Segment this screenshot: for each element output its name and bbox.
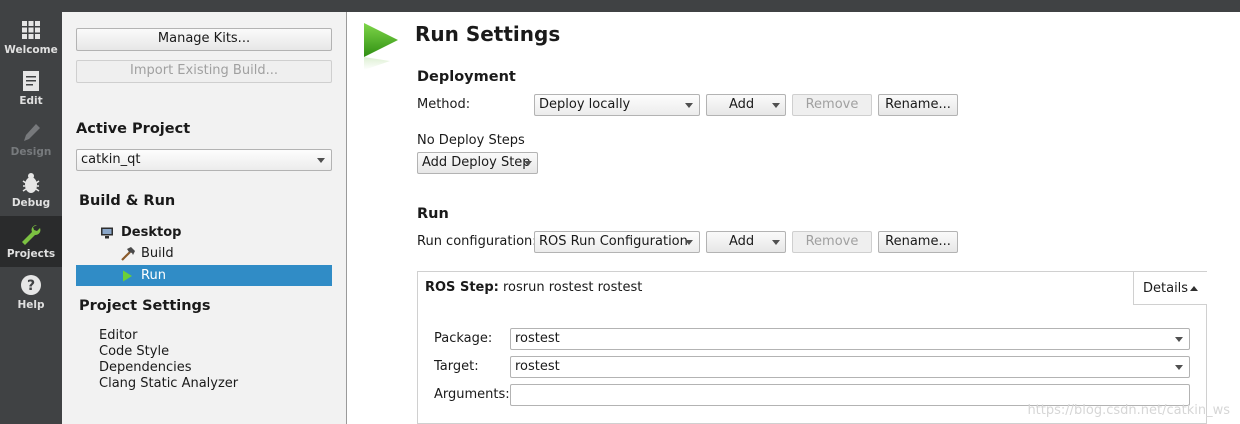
deploy-method-select[interactable]: Deploy locally [534,94,700,116]
add-deploy-step-button[interactable]: Add Deploy Step [417,152,538,174]
run-rename-button[interactable]: Rename... [878,231,958,253]
mode-label: Design [10,146,52,158]
deploy-rename-button[interactable]: Rename... [878,94,958,116]
watermark: https://blog.csdn.net/catkin_ws [1027,403,1230,418]
settings-item-clang-analyzer[interactable]: Clang Static Analyzer [99,376,238,391]
mode-design[interactable]: Design [0,114,62,165]
deploy-add-label: Add [729,97,755,112]
mode-label: Edit [19,95,43,107]
ros-step-summary: ROS Step: rosrun rostest rostest [425,280,642,295]
settings-item-editor[interactable]: Editor [99,328,137,343]
page-title: Run Settings [415,22,561,46]
tree-run-label: Run [141,268,166,283]
grid-icon [22,21,40,39]
target-label: Target: [434,359,479,374]
chevron-down-icon [772,240,780,245]
chevron-down-icon [685,103,693,108]
tree-build-label: Build [141,246,174,261]
run-config-label: Run configuration: [417,234,537,249]
build-run-heading: Build & Run [79,193,176,209]
run-heading: Run [417,206,449,222]
hammer-icon [121,247,135,261]
run-settings-panel: Run Settings Deployment Method: Deploy l… [348,12,1240,424]
mode-label: Welcome [4,44,58,56]
target-value: rostest [515,359,560,374]
ros-step-panel: ROS Step: rosrun rostest rostest Details… [417,271,1207,424]
chevron-down-icon [772,103,780,108]
ros-step-label: ROS Step: [425,280,499,295]
active-project-value: catkin_qt [81,152,141,167]
mode-projects[interactable]: Projects [0,216,62,267]
svg-text:?: ? [27,278,35,294]
tree-kit-desktop[interactable]: Desktop [76,222,332,243]
chevron-down-icon [524,161,532,166]
chevron-down-icon [1175,337,1183,342]
no-deploy-steps-text: No Deploy Steps [417,133,525,148]
settings-item-code-style[interactable]: Code Style [99,344,169,359]
run-icon [123,270,132,282]
mode-label: Projects [6,248,56,260]
mode-welcome[interactable]: Welcome [0,12,62,63]
package-label: Package: [434,331,493,346]
projects-pane: Manage Kits... Import Existing Build... … [62,12,347,424]
package-value: rostest [515,331,560,346]
chevron-down-icon [685,240,693,245]
wrench-icon [22,224,41,245]
monitor-icon [101,227,113,239]
active-project-heading: Active Project [76,121,191,137]
mode-bar: Welcome Edit Design Debug Projects ? Hel… [0,12,62,424]
deploy-remove-button[interactable]: Remove [792,94,872,116]
method-label: Method: [417,97,471,112]
ros-step-command: rosrun rostest rostest [503,280,643,295]
project-settings-heading: Project Settings [79,298,211,314]
deploy-add-button[interactable]: Add [706,94,786,116]
document-icon [23,71,39,91]
title-strip [0,0,1240,12]
tree-run[interactable]: Run [76,265,332,286]
mode-label: Help [17,299,45,311]
help-icon: ? [21,275,41,295]
deployment-heading: Deployment [417,69,516,85]
details-label: Details [1143,281,1189,296]
mode-debug[interactable]: Debug [0,165,62,216]
package-select[interactable]: rostest [510,328,1190,350]
mode-help[interactable]: ? Help [0,267,62,318]
import-existing-build-button[interactable]: Import Existing Build... [76,60,332,83]
pencil-icon [24,124,40,141]
add-deploy-step-label: Add Deploy Step [422,155,531,170]
mode-label: Debug [11,197,51,209]
target-select[interactable]: rostest [510,356,1190,378]
details-toggle-button[interactable]: Details [1133,272,1207,305]
run-add-button[interactable]: Add [706,231,786,253]
run-config-select[interactable]: ROS Run Configuration [534,231,700,253]
run-remove-button[interactable]: Remove [792,231,872,253]
arguments-label: Arguments: [434,387,510,402]
bug-icon [22,173,40,193]
chevron-down-icon [317,158,325,163]
chevron-up-icon [1190,286,1198,291]
chevron-down-icon [1175,365,1183,370]
tree-build[interactable]: Build [76,243,332,264]
run-add-label: Add [729,234,755,249]
run-config-value: ROS Run Configuration [539,234,688,249]
run-settings-icon [364,23,398,70]
deploy-method-value: Deploy locally [539,97,631,112]
settings-item-dependencies[interactable]: Dependencies [99,360,192,375]
mode-edit[interactable]: Edit [0,63,62,114]
active-project-select[interactable]: catkin_qt [76,149,332,171]
tree-kit-label: Desktop [121,225,182,240]
manage-kits-button[interactable]: Manage Kits... [76,28,332,51]
